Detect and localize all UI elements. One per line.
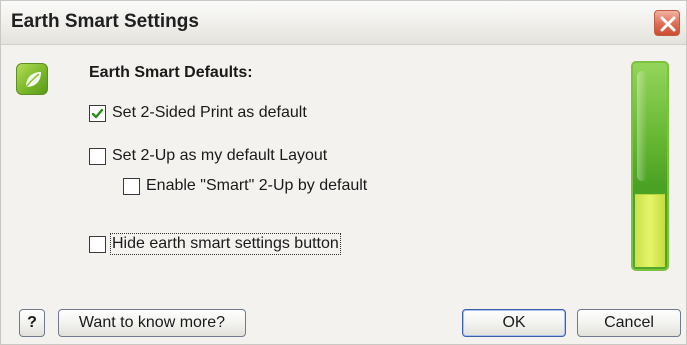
savings-meter-fill (635, 194, 665, 267)
want-to-know-more-button[interactable]: Want to know more? (58, 309, 246, 337)
two-sided-print-checkbox[interactable] (89, 104, 106, 122)
dialog-title: Earth Smart Settings (11, 11, 199, 32)
two-sided-print-label[interactable]: Set 2-Sided Print as default (112, 104, 307, 122)
meter-shine (637, 71, 647, 181)
hide-button-checkbox[interactable] (89, 235, 106, 253)
check-icon (91, 108, 104, 118)
help-button[interactable]: ? (19, 309, 45, 337)
smart-two-up-checkbox[interactable] (123, 177, 140, 195)
hide-button-label[interactable]: Hide earth smart settings button (110, 233, 341, 255)
earth-smart-settings-dialog: Earth Smart Settings Earth Smart Default… (0, 0, 687, 345)
close-button[interactable] (654, 10, 680, 36)
smart-two-up-option[interactable]: Enable "Smart" 2-Up by default (123, 175, 367, 197)
two-up-layout-option[interactable]: Set 2-Up as my default Layout (89, 145, 327, 167)
leaf-icon (16, 63, 48, 95)
ok-button[interactable]: OK (462, 309, 566, 337)
savings-meter (631, 61, 669, 271)
two-sided-print-option[interactable]: Set 2-Sided Print as default (89, 102, 307, 124)
section-heading: Earth Smart Defaults: (89, 64, 253, 81)
two-up-layout-checkbox[interactable] (89, 147, 106, 165)
cancel-button[interactable]: Cancel (577, 309, 681, 337)
two-up-layout-label[interactable]: Set 2-Up as my default Layout (112, 147, 327, 165)
smart-two-up-label[interactable]: Enable "Smart" 2-Up by default (146, 177, 367, 195)
title-bar[interactable]: Earth Smart Settings (1, 1, 686, 45)
hide-button-option[interactable]: Hide earth smart settings button (89, 233, 341, 255)
